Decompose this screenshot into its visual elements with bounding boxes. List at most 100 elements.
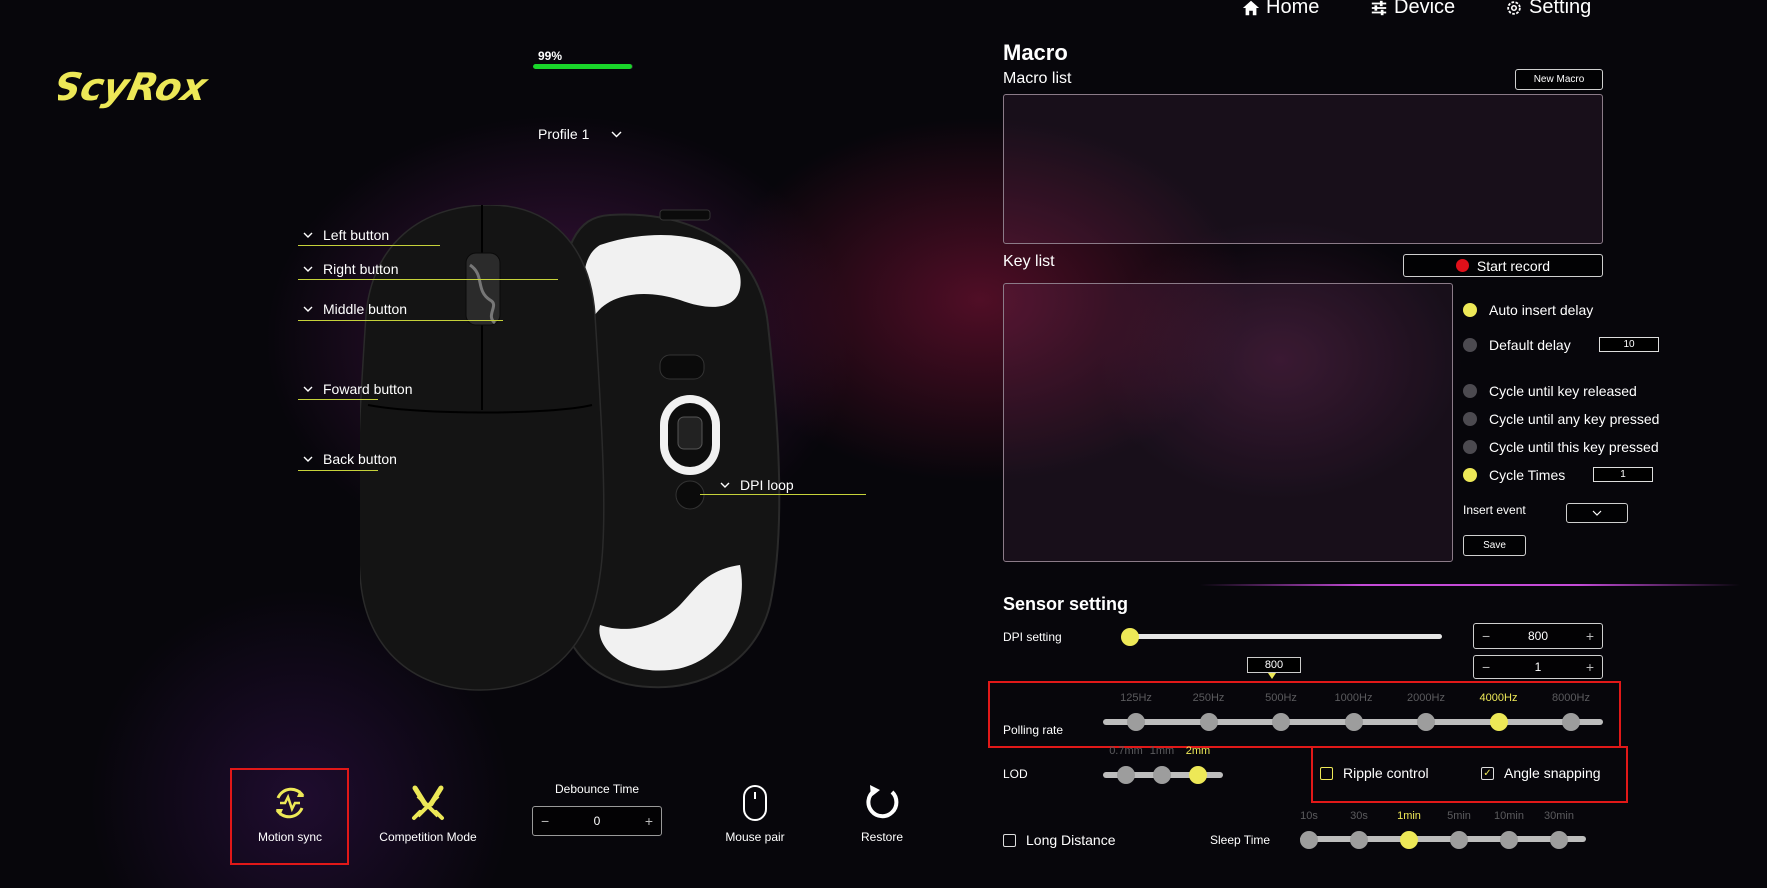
- nav-device-label: Device: [1394, 0, 1456, 18]
- mouse-pair-button[interactable]: Mouse pair: [715, 784, 795, 844]
- dpi-stepper[interactable]: − 800 +: [1473, 623, 1603, 649]
- polling-rate-option-handle[interactable]: [1489, 713, 1508, 731]
- key-list-label: Key list: [1003, 253, 1055, 270]
- battery-fill: [533, 64, 632, 69]
- cycle-released-label: Cycle until key released: [1489, 383, 1637, 399]
- save-button[interactable]: Save: [1463, 535, 1526, 556]
- option-cycle-until-this[interactable]: Cycle until this key pressed: [1463, 439, 1659, 455]
- back-button-text: Back button: [323, 451, 397, 467]
- sleep-time-option-handle[interactable]: [1400, 831, 1418, 849]
- plus-icon[interactable]: +: [1586, 659, 1594, 675]
- radio-unselected-icon: [1463, 384, 1477, 398]
- option-cycle-until-any[interactable]: Cycle until any key pressed: [1463, 411, 1659, 427]
- polling-rate-option-handle[interactable]: [1127, 713, 1145, 731]
- nav-setting-label: Setting: [1529, 0, 1592, 18]
- cycle-times-input[interactable]: 1: [1593, 467, 1653, 482]
- profile-dropdown[interactable]: Profile 1: [538, 126, 622, 142]
- insert-event-dropdown[interactable]: [1566, 503, 1628, 523]
- battery-percent: 99%: [538, 49, 563, 63]
- back-button-label[interactable]: Back button: [303, 451, 397, 467]
- option-cycle-until-released[interactable]: Cycle until key released: [1463, 383, 1637, 399]
- sleep-time-option-label: 30min: [1544, 810, 1574, 822]
- lod-option-handle[interactable]: [1153, 766, 1171, 784]
- macro-list-label: Macro list: [1003, 70, 1072, 87]
- gear-icon: [1507, 0, 1521, 15]
- sleep-time-track[interactable]: [1300, 836, 1586, 842]
- sleep-time-option-label: 10min: [1494, 810, 1524, 822]
- lod-option-handle[interactable]: [1117, 766, 1135, 784]
- option-cycle-times[interactable]: Cycle Times: [1463, 467, 1565, 483]
- forward-button-leader: [298, 399, 378, 400]
- minus-icon[interactable]: −: [1482, 659, 1490, 675]
- sleep-time-option-handle[interactable]: [1450, 831, 1468, 849]
- start-record-button[interactable]: Start record: [1403, 254, 1603, 277]
- cycle-this-label: Cycle until this key pressed: [1489, 439, 1659, 455]
- angle-snapping-toggle[interactable]: ✓ Angle snapping: [1481, 765, 1601, 781]
- long-distance-label: Long Distance: [1026, 832, 1116, 848]
- polling-rate-option-handle[interactable]: [1344, 713, 1363, 731]
- default-delay-label: Default delay: [1489, 337, 1571, 353]
- long-distance-toggle[interactable]: Long Distance: [1003, 832, 1116, 848]
- left-button-leader: [298, 245, 440, 246]
- minus-icon[interactable]: −: [541, 813, 549, 829]
- dpi-slider-handle[interactable]: [1121, 628, 1139, 646]
- competition-mode-button[interactable]: Competition Mode: [378, 784, 478, 844]
- dpi-slider-track[interactable]: [1128, 634, 1442, 639]
- forward-button-label[interactable]: Foward button: [303, 381, 413, 397]
- macro-list-panel[interactable]: [1003, 94, 1603, 244]
- polling-rate-option-handle[interactable]: [1562, 713, 1580, 731]
- sleep-time-option-handle[interactable]: [1300, 831, 1318, 849]
- angle-snapping-label: Angle snapping: [1504, 765, 1601, 781]
- sleep-time-option-handle[interactable]: [1350, 831, 1368, 849]
- default-delay-input[interactable]: 10: [1599, 337, 1659, 352]
- lod-option-label: 1mm: [1149, 745, 1175, 757]
- polling-rate-option-handle[interactable]: [1199, 713, 1218, 731]
- dpi-value-bubble: 800: [1247, 657, 1301, 673]
- debounce-stepper[interactable]: − 0 +: [532, 806, 662, 836]
- cycle-any-label: Cycle until any key pressed: [1489, 411, 1660, 427]
- plus-icon[interactable]: +: [645, 813, 653, 829]
- lod-label: LOD: [1003, 767, 1028, 781]
- dpi-stage-stepper[interactable]: − 1 +: [1473, 655, 1603, 679]
- lod-option-handle[interactable]: [1189, 766, 1207, 784]
- minus-icon[interactable]: −: [1482, 628, 1490, 644]
- sleep-time-option-handle[interactable]: [1500, 831, 1518, 849]
- sleep-time-option-handle[interactable]: [1550, 831, 1568, 849]
- debounce-value: 0: [593, 814, 601, 828]
- motion-sync-button[interactable]: Motion sync: [245, 784, 335, 844]
- mouse-icon: [743, 785, 767, 821]
- right-button-label[interactable]: Right button: [303, 261, 399, 277]
- lod-option-label: 0.7mm: [1109, 745, 1143, 757]
- brand-logo-text: ScyRox: [58, 65, 212, 110]
- left-button-label[interactable]: Left button: [303, 227, 389, 243]
- polling-rate-label: Polling rate: [1003, 723, 1064, 737]
- option-default-delay[interactable]: Default delay: [1463, 337, 1571, 353]
- sensor-setting-title: Sensor setting: [1003, 594, 1129, 614]
- polling-rate-option-label: 8000Hz: [1552, 692, 1590, 704]
- new-macro-button[interactable]: New Macro: [1515, 69, 1603, 90]
- middle-button-label[interactable]: Middle button: [303, 301, 407, 317]
- profile-label: Profile 1: [538, 126, 590, 142]
- restore-button[interactable]: Restore: [842, 782, 922, 844]
- record-icon: [1455, 259, 1469, 272]
- chevron-down-icon: [303, 386, 313, 392]
- nav-home[interactable]: Home: [1242, 0, 1319, 19]
- chevron-down-icon: [303, 266, 313, 272]
- restore-icon: [866, 785, 899, 819]
- dpi-loop-label[interactable]: DPI loop: [720, 477, 794, 493]
- nav-home-label: Home: [1266, 0, 1320, 18]
- polling-rate-option-handle[interactable]: [1417, 713, 1435, 731]
- plus-icon[interactable]: +: [1586, 628, 1594, 644]
- polling-rate-option-label: 4000Hz: [1479, 692, 1518, 704]
- key-list-panel[interactable]: [1003, 283, 1453, 562]
- option-auto-insert-delay[interactable]: Auto insert delay: [1463, 302, 1593, 318]
- nav-setting[interactable]: Setting: [1505, 0, 1591, 19]
- polling-rate-highlight: [988, 681, 1621, 748]
- auto-insert-delay-label: Auto insert delay: [1489, 302, 1594, 318]
- dpi-loop-leader: [700, 494, 866, 495]
- checkbox-checked-icon: ✓: [1481, 766, 1494, 780]
- nav-device[interactable]: Device: [1370, 0, 1455, 19]
- polling-rate-option-handle[interactable]: [1272, 713, 1290, 731]
- ripple-control-toggle[interactable]: Ripple control: [1320, 765, 1429, 781]
- start-record-label: Start record: [1476, 257, 1551, 274]
